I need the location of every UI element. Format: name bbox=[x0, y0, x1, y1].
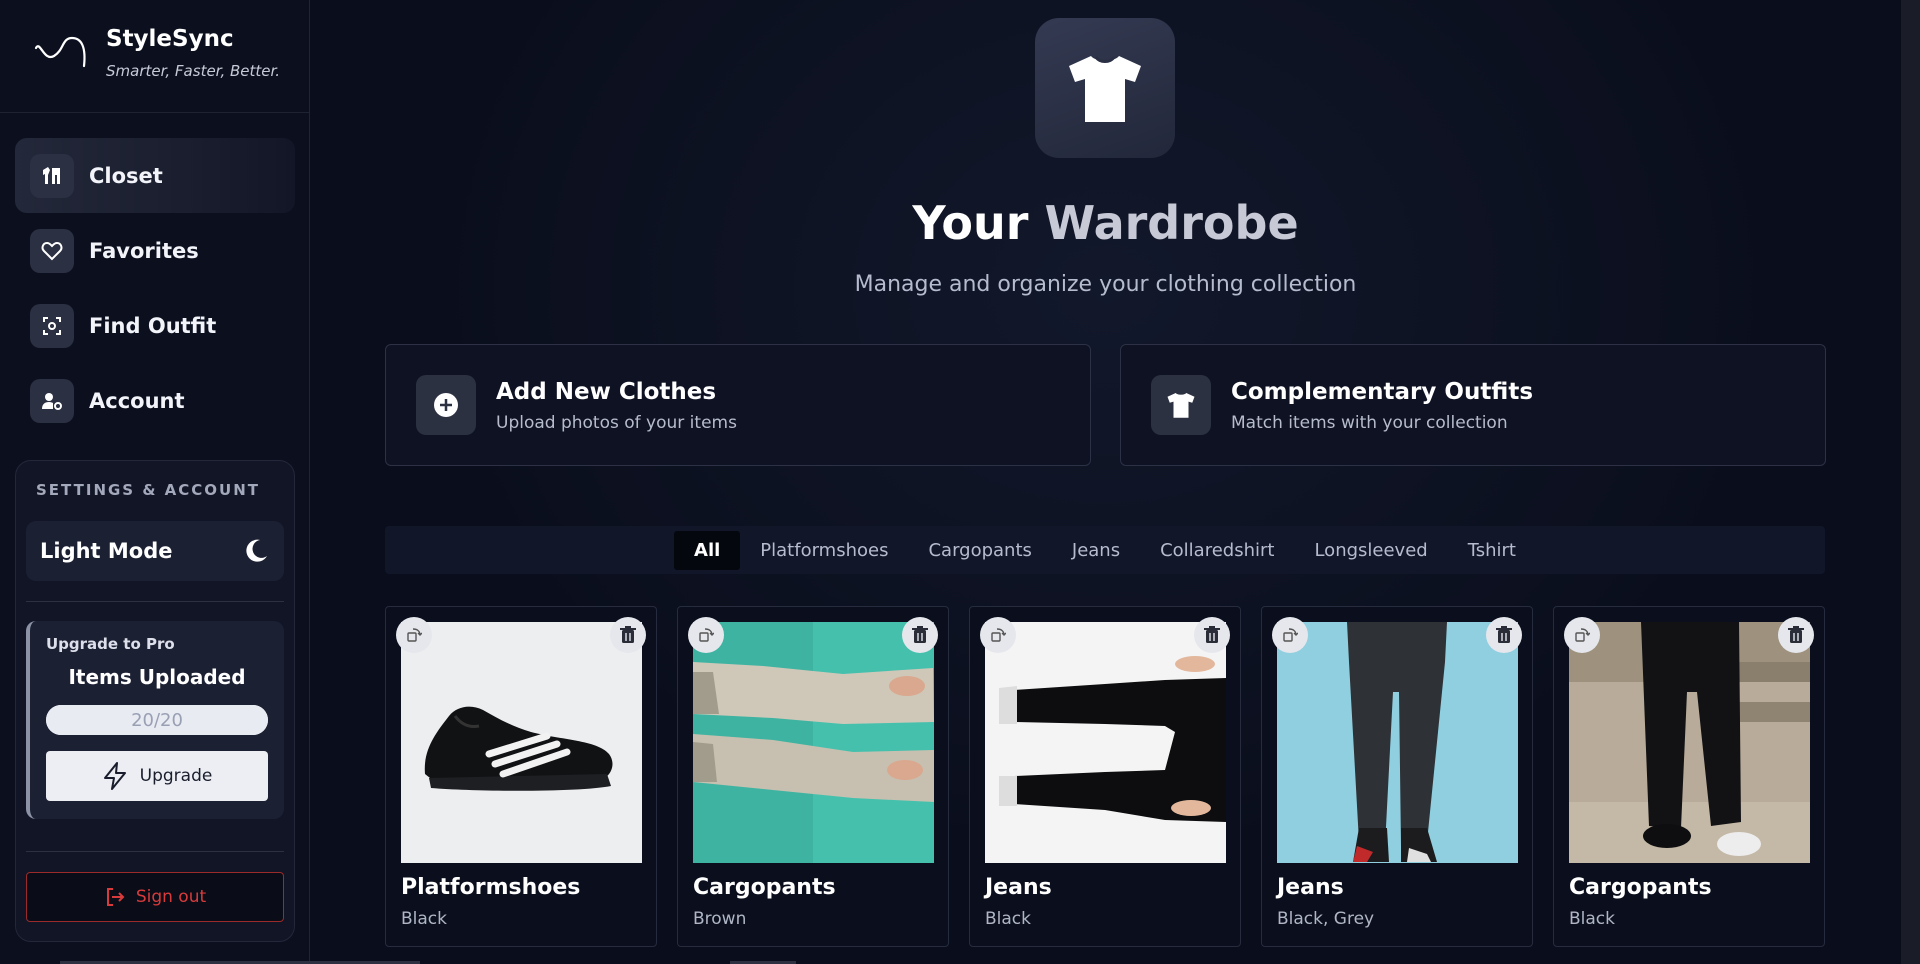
clothing-color: Black, Grey bbox=[1277, 909, 1375, 929]
scan-icon bbox=[30, 303, 74, 348]
add-new-clothes-button[interactable]: Add New Clothes Upload photos of your it… bbox=[385, 344, 1091, 466]
clothing-category: Cargopants bbox=[693, 875, 836, 900]
action-subtitle: Upload photos of your items bbox=[496, 413, 737, 433]
clothing-image[interactable] bbox=[1277, 622, 1518, 863]
heart-icon bbox=[30, 228, 74, 273]
clothing-category: Platformshoes bbox=[401, 875, 581, 900]
clothing-color: Black bbox=[1569, 909, 1615, 929]
rotate-icon[interactable] bbox=[688, 617, 724, 653]
brand-header: StyleSync Smarter, Faster, Better. bbox=[0, 0, 309, 113]
filter-jeans[interactable]: Jeans bbox=[1052, 531, 1140, 570]
trash-icon[interactable] bbox=[902, 617, 938, 653]
action-subtitle: Match items with your collection bbox=[1231, 413, 1508, 433]
tshirt-icon bbox=[1151, 375, 1211, 435]
rotate-icon[interactable] bbox=[396, 617, 432, 653]
upgrade-card: Upgrade to Pro Items Uploaded 20/20 Upgr… bbox=[26, 621, 284, 819]
clothing-image[interactable] bbox=[985, 622, 1226, 863]
items-uploaded-label: Items Uploaded bbox=[68, 665, 246, 689]
settings-title: SETTINGS & ACCOUNT bbox=[36, 481, 260, 499]
brand-tagline: Smarter, Faster, Better. bbox=[106, 62, 281, 80]
trash-icon[interactable] bbox=[1194, 617, 1230, 653]
rotate-icon[interactable] bbox=[980, 617, 1016, 653]
clothing-image[interactable] bbox=[693, 622, 934, 863]
upgrade-title: Upgrade to Pro bbox=[46, 635, 175, 653]
filter-longsleeved[interactable]: Longsleeved bbox=[1294, 531, 1447, 570]
page-scrollbar[interactable] bbox=[1901, 0, 1920, 964]
wardrobe-icon bbox=[30, 153, 74, 198]
lightning-icon bbox=[103, 762, 126, 790]
clothing-category: Jeans bbox=[985, 875, 1052, 900]
clothing-image[interactable] bbox=[401, 622, 642, 863]
clothing-card[interactable]: Platformshoes Black bbox=[385, 606, 657, 947]
page-title-part2: Wardrobe bbox=[1044, 196, 1299, 250]
clothing-color: Black bbox=[401, 909, 447, 929]
category-filter-bar: All Platformshoes Cargopants Jeans Colla… bbox=[385, 526, 1825, 574]
filter-all[interactable]: All bbox=[674, 530, 741, 570]
sidebar-item-label: Find Outfit bbox=[89, 313, 217, 338]
sign-out-button[interactable]: Sign out bbox=[26, 872, 284, 922]
upload-count: 20/20 bbox=[131, 710, 183, 731]
upload-progress-bar: 20/20 bbox=[46, 705, 268, 735]
filter-cargopants[interactable]: Cargopants bbox=[908, 531, 1051, 570]
clothing-color: Black bbox=[985, 909, 1031, 929]
filter-platformshoes[interactable]: Platformshoes bbox=[740, 531, 908, 570]
tshirt-icon bbox=[1035, 18, 1175, 158]
rotate-icon[interactable] bbox=[1564, 617, 1600, 653]
clothing-category: Cargopants bbox=[1569, 875, 1712, 900]
upgrade-button[interactable]: Upgrade bbox=[46, 751, 268, 801]
filter-tshirt[interactable]: Tshirt bbox=[1448, 531, 1536, 570]
brand-name: StyleSync bbox=[106, 26, 234, 52]
sidebar-item-label: Favorites bbox=[89, 238, 199, 263]
sidebar-item-label: Account bbox=[89, 388, 185, 413]
trash-icon[interactable] bbox=[1486, 617, 1522, 653]
complementary-outfits-button[interactable]: Complementary Outfits Match items with y… bbox=[1120, 344, 1826, 466]
rotate-icon[interactable] bbox=[1272, 617, 1308, 653]
trash-icon[interactable] bbox=[1778, 617, 1814, 653]
theme-toggle[interactable]: Light Mode bbox=[26, 521, 284, 581]
clothing-card[interactable]: Jeans Black, Grey bbox=[1261, 606, 1533, 947]
filter-collaredshirt[interactable]: Collaredshirt bbox=[1140, 531, 1294, 570]
clothing-card[interactable]: Jeans Black bbox=[969, 606, 1241, 947]
sidebar-item-closet[interactable]: Closet bbox=[15, 138, 295, 213]
plus-circle-icon bbox=[416, 375, 476, 435]
moon-icon bbox=[246, 539, 267, 562]
action-title: Add New Clothes bbox=[496, 379, 717, 405]
clothing-card[interactable]: Cargopants Black bbox=[1553, 606, 1825, 947]
sidebar-item-label: Closet bbox=[89, 163, 163, 188]
divider bbox=[26, 851, 284, 852]
sidebar-item-account[interactable]: Account bbox=[15, 363, 295, 438]
upgrade-button-label: Upgrade bbox=[139, 766, 213, 786]
page-title-part1: Your bbox=[912, 196, 1045, 250]
sidebar-item-favorites[interactable]: Favorites bbox=[15, 213, 295, 288]
page-title: Your Wardrobe bbox=[311, 196, 1900, 250]
trash-icon[interactable] bbox=[610, 617, 646, 653]
brand-logo-icon bbox=[34, 36, 86, 68]
sidebar-item-find-outfit[interactable]: Find Outfit bbox=[15, 288, 295, 363]
clothing-card[interactable]: Cargopants Brown bbox=[677, 606, 949, 947]
clothing-grid: Platformshoes Black Cargopants Brown Jea… bbox=[385, 606, 1827, 956]
sign-out-label: Sign out bbox=[135, 887, 207, 907]
clothing-color: Brown bbox=[693, 909, 747, 929]
action-title: Complementary Outfits bbox=[1231, 379, 1534, 405]
clothing-image[interactable] bbox=[1569, 622, 1810, 863]
settings-panel: SETTINGS & ACCOUNT Light Mode Upgrade to… bbox=[15, 460, 295, 942]
sidebar: StyleSync Smarter, Faster, Better. Close… bbox=[0, 0, 310, 964]
divider bbox=[26, 601, 284, 602]
sidebar-nav: Closet Favorites Find Outfit Account bbox=[15, 138, 295, 438]
main-content: Your Wardrobe Manage and organize your c… bbox=[311, 0, 1901, 964]
clothing-category: Jeans bbox=[1277, 875, 1344, 900]
sign-out-icon bbox=[106, 888, 125, 906]
theme-toggle-label: Light Mode bbox=[40, 539, 173, 563]
user-gear-icon bbox=[30, 378, 74, 423]
page-subtitle: Manage and organize your clothing collec… bbox=[854, 272, 1357, 297]
